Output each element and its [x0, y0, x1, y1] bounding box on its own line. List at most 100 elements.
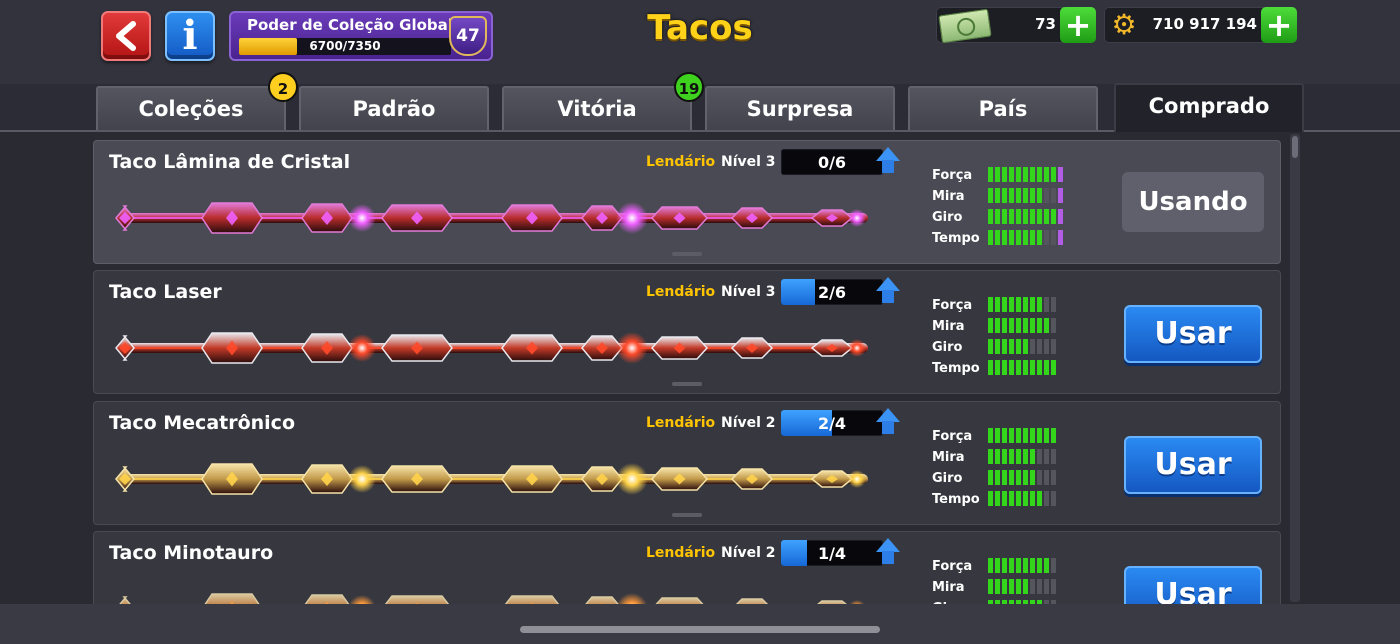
info-button[interactable]: i [165, 11, 215, 61]
stat-segment [1023, 470, 1028, 485]
plus-icon: + [1265, 6, 1293, 44]
tab-label: Surpresa [746, 97, 854, 121]
stat-bar [988, 360, 1056, 375]
tab-1[interactable]: Padrão [299, 86, 489, 130]
stat-segment [1044, 209, 1049, 224]
stat-row: Força [932, 165, 1077, 186]
scrollbar[interactable] [1290, 134, 1300, 602]
stat-segment [1023, 428, 1028, 443]
stat-segment [995, 360, 1000, 375]
stat-bar [988, 188, 1063, 203]
stat-segment [1002, 209, 1007, 224]
stat-label: Força [932, 298, 973, 313]
tab-4[interactable]: País [908, 86, 1098, 130]
stat-label: Mira [932, 189, 965, 204]
add-cash-button[interactable]: + [1060, 7, 1096, 43]
stat-segment [1030, 558, 1035, 573]
cue-stats: ForçaMiraGiroTempo [932, 556, 1077, 610]
stat-segment [1030, 230, 1035, 245]
cue-card[interactable]: Taco Laser Lendário Nível 3 2/6 Força Mir… [93, 270, 1281, 394]
cue-card[interactable]: Taco Mecatrônico Lendário Nível 2 2/4 Fo… [93, 401, 1281, 525]
upgrade-arrow-icon[interactable] [876, 538, 900, 564]
stat-bar [988, 318, 1056, 333]
stat-label: Força [932, 168, 973, 183]
tab-2[interactable]: Vitória 19 [502, 72, 704, 130]
page-title: Tacos [647, 8, 753, 48]
stat-label: Tempo [932, 361, 980, 376]
scroll-thumb[interactable] [1292, 136, 1298, 158]
tab-3[interactable]: Surpresa [705, 86, 895, 130]
stat-segment [1051, 209, 1056, 224]
tab-label: País [978, 97, 1028, 121]
tab-badge: 2 [268, 72, 298, 102]
stat-segment [1037, 360, 1042, 375]
cue-card[interactable]: Taco Lâmina de Cristal Lendário Nível 3 … [93, 140, 1281, 264]
stat-bar [988, 209, 1063, 224]
stat-bar [988, 428, 1056, 443]
cue-name: Taco Lâmina de Cristal [109, 151, 351, 173]
stat-segment [1002, 579, 1007, 594]
stat-segment [1030, 339, 1035, 354]
cue-art [112, 452, 882, 512]
back-button[interactable] [101, 11, 151, 61]
stat-segment [1051, 491, 1056, 506]
cash-value: 73 [1035, 15, 1056, 33]
cash-icon [938, 8, 992, 44]
global-collection-power[interactable]: Poder de Coleção Global 6700/7350 47 [229, 11, 493, 61]
stat-segment [1009, 558, 1014, 573]
upgrade-arrow-icon[interactable] [876, 277, 900, 303]
using-button[interactable]: Usando [1122, 172, 1264, 232]
stat-segment [1002, 360, 1007, 375]
stat-segment [1051, 297, 1056, 312]
cue-image [115, 202, 868, 234]
stat-segment [1023, 318, 1028, 333]
stat-segment [1030, 491, 1035, 506]
stat-segment [1009, 297, 1014, 312]
cue-card[interactable]: Taco Minotauro Lendário Nível 2 1/4 Forç… [93, 531, 1281, 611]
stat-segment [1023, 360, 1028, 375]
stat-segment [1037, 558, 1042, 573]
stat-segment [1002, 428, 1007, 443]
stat-segment [1023, 449, 1028, 464]
stat-segment [1016, 558, 1021, 573]
stat-segment [1037, 579, 1042, 594]
card-handle [672, 382, 702, 386]
add-coins-button[interactable]: + [1261, 7, 1297, 43]
stat-segment [1030, 167, 1035, 182]
cash-counter: 73 + [936, 7, 1096, 44]
cue-rarity: Lendário [646, 415, 716, 431]
stat-segment [1009, 579, 1014, 594]
tab-0[interactable]: Coleções 2 [96, 72, 298, 130]
stat-segment [995, 579, 1000, 594]
stat-segment [988, 428, 993, 443]
stat-bar [988, 297, 1056, 312]
stat-row: Força [932, 426, 1077, 447]
upgrade-arrow-icon[interactable] [876, 408, 900, 434]
stat-segment [1030, 188, 1035, 203]
stat-segment [995, 491, 1000, 506]
stat-row: Mira [932, 447, 1077, 468]
stat-segment [1030, 297, 1035, 312]
stat-segment [1009, 449, 1014, 464]
stat-label: Giro [932, 210, 963, 225]
use-button[interactable]: Usar [1124, 305, 1262, 363]
stat-segment [1002, 491, 1007, 506]
home-indicator[interactable] [520, 626, 880, 633]
stat-segment [1002, 339, 1007, 354]
stat-segment [1037, 428, 1042, 443]
stat-label: Mira [932, 450, 965, 465]
stat-segment [988, 167, 993, 182]
cue-name: Taco Laser [109, 281, 222, 303]
use-button[interactable]: Usar [1124, 436, 1262, 494]
stat-segment [1023, 230, 1028, 245]
stat-segment [1023, 188, 1028, 203]
stat-bar [988, 339, 1056, 354]
stat-segment [1037, 297, 1042, 312]
stat-segment [1037, 491, 1042, 506]
upgrade-arrow-icon[interactable] [876, 147, 900, 173]
stat-segment [995, 230, 1000, 245]
tab-5[interactable]: Comprado [1114, 83, 1304, 137]
stat-segment [1044, 360, 1049, 375]
stat-segment [1009, 167, 1014, 182]
cue-name: Taco Minotauro [109, 542, 274, 564]
